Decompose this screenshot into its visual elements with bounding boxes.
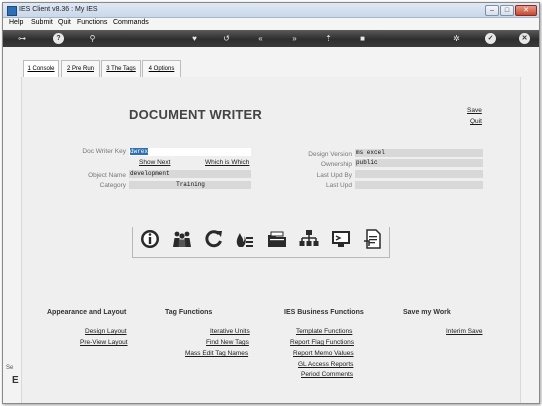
title-bar: IES Client v8.36 : My IES – □ ✕ bbox=[3, 3, 539, 18]
doc-writer-key-field[interactable]: dwrex bbox=[129, 148, 251, 156]
menu-bar: Help Submit Quit Functions Commands bbox=[3, 18, 539, 29]
window-title: IES Client v8.36 : My IES bbox=[19, 6, 98, 13]
menu-quit[interactable]: Quit bbox=[58, 19, 71, 26]
cancel-icon[interactable]: ✕ bbox=[519, 33, 530, 44]
upload-icon[interactable]: ⇡ bbox=[323, 33, 334, 44]
last-upd-label: Last Upd bbox=[325, 182, 352, 189]
menu-commands[interactable]: Commands bbox=[113, 19, 149, 26]
page-title: DOCUMENT WRITER bbox=[129, 107, 262, 122]
key-icon[interactable]: ⊶ bbox=[11, 33, 33, 44]
tab-the-tags[interactable]: 3 The Tags bbox=[101, 60, 141, 78]
tab-strip: 1 Console 2 Pre Run 3 The Tags 4 Options bbox=[3, 48, 539, 79]
show-next-link[interactable]: Show Next bbox=[139, 159, 170, 166]
maximize-button[interactable]: □ bbox=[500, 5, 514, 16]
fire-list-icon[interactable] bbox=[234, 229, 254, 249]
heart-icon[interactable]: ♥ bbox=[189, 33, 200, 44]
document-icon[interactable] bbox=[363, 229, 383, 249]
tab-the-tags-label: 3 The Tags bbox=[106, 66, 136, 72]
info-icon[interactable] bbox=[140, 229, 160, 249]
category-field[interactable]: Training bbox=[129, 181, 251, 189]
tab-pre-run-label: 2 Pre Run bbox=[66, 66, 94, 72]
gl-access-reports-link[interactable]: GL Access Reports bbox=[298, 361, 353, 368]
period-comments-link[interactable]: Period Comments bbox=[301, 371, 353, 378]
close-button[interactable]: ✕ bbox=[515, 5, 537, 16]
tab-pre-run[interactable]: 2 Pre Run bbox=[61, 60, 100, 78]
doc-writer-key-label: Doc Writer Key bbox=[82, 148, 126, 155]
app-icon bbox=[7, 6, 17, 16]
category-label: Category bbox=[99, 182, 126, 189]
left-edge-glyph: E bbox=[12, 375, 19, 386]
design-layout-link[interactable]: Design Layout bbox=[85, 328, 127, 335]
rewind-icon[interactable]: « bbox=[255, 33, 266, 44]
stop-icon[interactable]: ■ bbox=[357, 33, 368, 44]
business-functions-section-title: IES Business Functions bbox=[284, 309, 364, 316]
last-upd-field[interactable] bbox=[355, 181, 483, 189]
left-edge-panel: Se E bbox=[3, 353, 21, 403]
app-window: IES Client v8.36 : My IES – □ ✕ Help Sub… bbox=[2, 2, 540, 404]
menu-submit[interactable]: Submit bbox=[31, 19, 53, 26]
folder-icon[interactable] bbox=[267, 229, 287, 249]
save-work-section-title: Save my Work bbox=[403, 309, 451, 316]
monitor-icon[interactable] bbox=[331, 229, 351, 249]
left-edge-label: Se bbox=[6, 365, 14, 371]
settings-icon[interactable]: ✲ bbox=[451, 33, 462, 44]
search-icon[interactable]: ⚲ bbox=[87, 33, 98, 44]
tab-options[interactable]: 4 Options bbox=[142, 60, 181, 78]
quit-link[interactable]: Quit bbox=[470, 118, 482, 125]
users-icon[interactable] bbox=[172, 229, 192, 249]
ok-icon[interactable]: ✓ bbox=[485, 33, 496, 44]
menu-help[interactable]: Help bbox=[9, 19, 23, 26]
design-version-field[interactable]: ms excel bbox=[355, 149, 483, 157]
refresh-icon[interactable] bbox=[204, 229, 224, 249]
fast-forward-icon[interactable]: » bbox=[289, 33, 300, 44]
interim-save-link[interactable]: Interim Save bbox=[446, 328, 483, 335]
report-memo-values-link[interactable]: Report Memo Values bbox=[293, 350, 354, 357]
find-new-tags-link[interactable]: Find New Tags bbox=[206, 339, 249, 346]
toolbar: ⊶ ? ⚲ ♥ ↺ « » ⇡ ■ ✲ ✓ ✕ bbox=[3, 30, 539, 47]
object-name-field[interactable]: development bbox=[129, 170, 251, 178]
main-content: DOCUMENT WRITER Save Quit Doc Writer Key… bbox=[21, 77, 521, 403]
last-upd-by-field[interactable] bbox=[355, 170, 483, 178]
design-version-label: Design Version bbox=[308, 151, 352, 158]
help-icon[interactable]: ? bbox=[53, 33, 64, 44]
appearance-section-title: Appearance and Layout bbox=[47, 309, 127, 316]
pre-view-layout-link[interactable]: Pre-View Layout bbox=[80, 339, 128, 346]
ownership-label: Ownership bbox=[320, 161, 352, 168]
ownership-field[interactable]: public bbox=[355, 159, 483, 167]
iterative-units-link[interactable]: Iterative Units bbox=[210, 328, 250, 335]
object-name-label: Object Name bbox=[88, 172, 126, 179]
menu-functions[interactable]: Functions bbox=[77, 19, 107, 26]
last-upd-by-label: Last Upd By bbox=[316, 172, 352, 179]
which-is-which-link[interactable]: Which is Which bbox=[205, 159, 249, 166]
doc-writer-key-value: dwrex bbox=[130, 148, 149, 155]
report-flag-functions-link[interactable]: Report Flag Functions bbox=[290, 339, 354, 346]
action-icon-bar bbox=[132, 227, 390, 258]
hierarchy-icon[interactable] bbox=[299, 229, 319, 249]
template-functions-link[interactable]: Template Functions bbox=[296, 328, 352, 335]
tag-functions-section-title: Tag Functions bbox=[165, 309, 213, 316]
tab-options-label: 4 Options bbox=[148, 66, 175, 72]
tab-console-label: 1 Console bbox=[27, 66, 55, 72]
minimize-button[interactable]: – bbox=[485, 5, 499, 16]
mass-edit-tag-names-link[interactable]: Mass Edit Tag Names bbox=[185, 350, 248, 357]
save-link[interactable]: Save bbox=[467, 107, 482, 114]
undo-icon[interactable]: ↺ bbox=[221, 33, 232, 44]
